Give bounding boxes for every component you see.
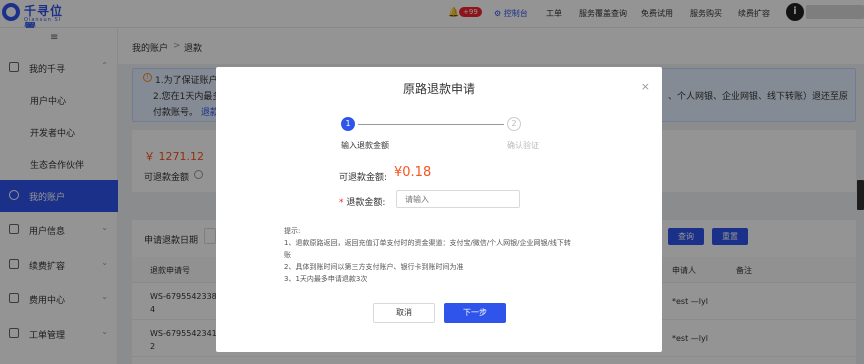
required-marker: * bbox=[339, 198, 344, 208]
tips-title: 提示: bbox=[284, 227, 301, 235]
step-1-indicator: 1 bbox=[341, 117, 355, 131]
close-icon[interactable]: × bbox=[641, 80, 650, 93]
step-2-label: 确认验证 bbox=[507, 141, 539, 150]
refund-dialog: 原路退款申请 × 1 2 输入退款金额 确认验证 可退款金额: ¥0.18 * … bbox=[216, 67, 662, 352]
tip-line: 3、1天内最多申请退款3次 bbox=[284, 275, 368, 283]
refund-tips: 提示: 1、退款原路返回，返回充值订单支付时的资金渠道：支付宝/微信/个人网银/… bbox=[284, 225, 604, 285]
refundable-amount-label: 可退款金额: bbox=[339, 173, 388, 183]
step-connector bbox=[358, 124, 504, 125]
refund-amount-input[interactable] bbox=[396, 190, 520, 208]
step-2-indicator: 2 bbox=[507, 117, 521, 131]
cancel-button[interactable]: 取消 bbox=[373, 303, 435, 323]
dialog-title: 原路退款申请 bbox=[402, 82, 475, 96]
step-1-label: 输入退款金额 bbox=[341, 141, 389, 150]
tip-line: 1、退款原路返回，返回充值订单支付时的资金渠道：支付宝/微信/个人网银/企业网银… bbox=[284, 239, 571, 247]
refund-amount-label: * 退款金额: bbox=[339, 195, 385, 208]
refund-amount-label-text: 退款金额: bbox=[346, 198, 386, 208]
tip-line: 账 bbox=[284, 251, 291, 259]
next-step-button[interactable]: 下一步 bbox=[444, 303, 506, 323]
refundable-amount-value: ¥0.18 bbox=[394, 165, 432, 180]
tip-line: 2、具体到账时间以第三方支付账户、银行卡到账时间为准 bbox=[284, 263, 464, 271]
